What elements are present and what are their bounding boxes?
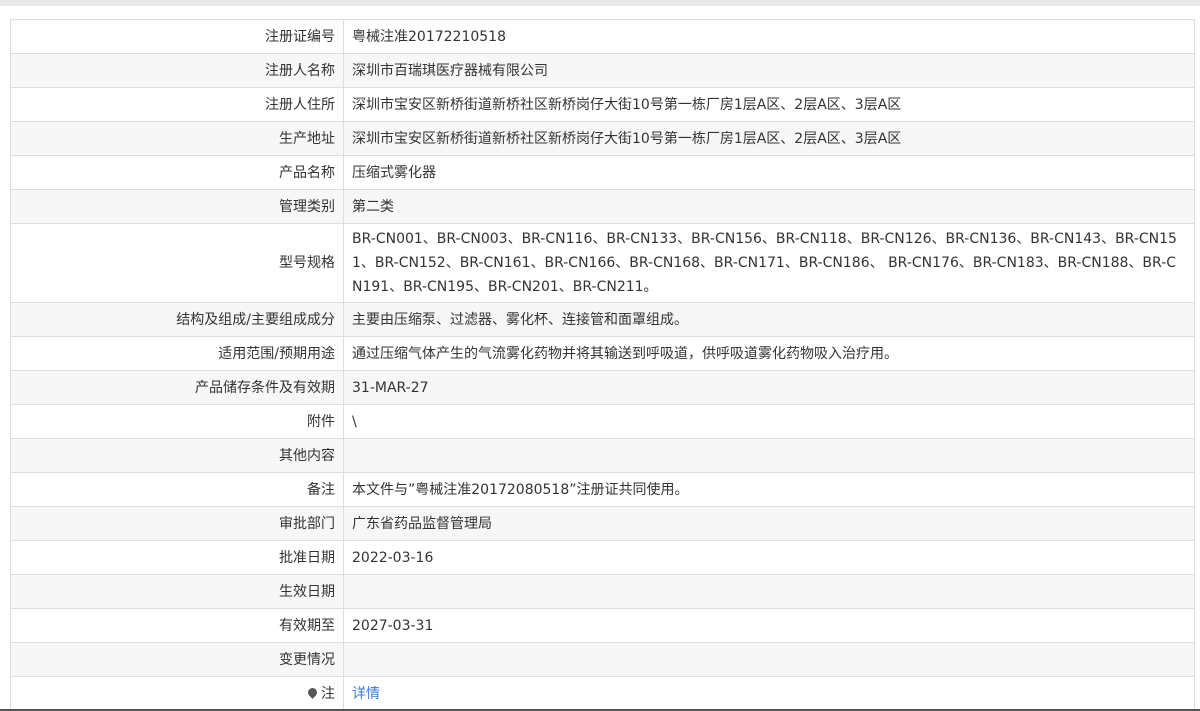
row-value: 主要由压缩泵、过滤器、雾化杯、连接管和面罩组成。 [343,302,1195,337]
row-label: 产品名称 [10,155,344,190]
note-label-cell: 注 [10,676,344,711]
row-label: 备注 [10,472,344,507]
table-row: 生效日期 [10,574,1195,609]
table-row: 注册人名称 深圳市百瑞琪医疗器械有限公司 [10,53,1195,88]
table-row: 批准日期 2022-03-16 [10,540,1195,575]
row-label: 产品储存条件及有效期 [10,370,344,405]
top-bar [0,0,1200,6]
table-row: 注册证编号 粤械注准20172210518 [10,19,1195,54]
table-row: 产品储存条件及有效期 31-MAR-27 [10,370,1195,405]
table-row: 有效期至 2027-03-31 [10,608,1195,643]
row-label: 批准日期 [10,540,344,575]
row-value: BR-CN001、BR-CN003、BR-CN116、BR-CN133、BR-C… [343,223,1195,303]
row-value: 广东省药品监督管理局 [343,506,1195,541]
table-row: 产品名称 压缩式雾化器 [10,155,1195,190]
table-row: 附件 \ [10,404,1195,439]
table-row: 变更情况 [10,642,1195,677]
registration-detail-table: 注册证编号 粤械注准20172210518 注册人名称 深圳市百瑞琪医疗器械有限… [10,19,1195,711]
table-row: 适用范围/预期用途 通过压缩气体产生的气流雾化药物并将其输送到呼吸道，供呼吸道雾… [10,336,1195,371]
table-row: 管理类别 第二类 [10,189,1195,224]
row-value: 通过压缩气体产生的气流雾化药物并将其输送到呼吸道，供呼吸道雾化药物吸入治疗用。 [343,336,1195,371]
row-label: 变更情况 [10,642,344,677]
row-value: 深圳市宝安区新桥街道新桥社区新桥岗仔大街10号第一栋厂房1层A区、2层A区、3层… [343,121,1195,156]
row-value [343,438,1195,473]
row-label: 型号规格 [10,223,344,303]
detail-panel: 注册证编号 粤械注准20172210518 注册人名称 深圳市百瑞琪医疗器械有限… [10,19,1195,711]
table-row: 其他内容 [10,438,1195,473]
row-value: 深圳市百瑞琪医疗器械有限公司 [343,53,1195,88]
row-value: 粤械注准20172210518 [343,19,1195,54]
row-label: 适用范围/预期用途 [10,336,344,371]
row-value [343,642,1195,677]
lightbulb-icon [306,685,319,699]
row-value: 本文件与”粤械注准20172080518”注册证共同使用。 [343,472,1195,507]
row-label: 注册证编号 [10,19,344,54]
note-label: 注 [321,685,335,702]
table-row: 型号规格 BR-CN001、BR-CN003、BR-CN116、BR-CN133… [10,223,1195,303]
row-value: 2022-03-16 [343,540,1195,575]
row-label: 生效日期 [10,574,344,609]
note-row: 注 详情 [10,676,1195,711]
row-value: \ [343,404,1195,439]
row-label: 附件 [10,404,344,439]
row-value [343,574,1195,609]
table-row: 备注 本文件与”粤械注准20172080518”注册证共同使用。 [10,472,1195,507]
row-label: 其他内容 [10,438,344,473]
row-value: 第二类 [343,189,1195,224]
table-row: 生产地址 深圳市宝安区新桥街道新桥社区新桥岗仔大街10号第一栋厂房1层A区、2层… [10,121,1195,156]
row-label: 审批部门 [10,506,344,541]
row-label: 有效期至 [10,608,344,643]
row-value: 2027-03-31 [343,608,1195,643]
note-value-cell: 详情 [343,676,1195,711]
row-label: 生产地址 [10,121,344,156]
details-link[interactable]: 详情 [352,686,380,702]
table-row: 注册人住所 深圳市宝安区新桥街道新桥社区新桥岗仔大街10号第一栋厂房1层A区、2… [10,87,1195,122]
row-label: 结构及组成/主要组成成分 [10,302,344,337]
row-label: 注册人名称 [10,53,344,88]
row-label: 注册人住所 [10,87,344,122]
table-row: 审批部门 广东省药品监督管理局 [10,506,1195,541]
row-value: 压缩式雾化器 [343,155,1195,190]
row-label: 管理类别 [10,189,344,224]
table-row: 结构及组成/主要组成成分 主要由压缩泵、过滤器、雾化杯、连接管和面罩组成。 [10,302,1195,337]
row-value: 深圳市宝安区新桥街道新桥社区新桥岗仔大街10号第一栋厂房1层A区、2层A区、3层… [343,87,1195,122]
row-value: 31-MAR-27 [343,370,1195,405]
